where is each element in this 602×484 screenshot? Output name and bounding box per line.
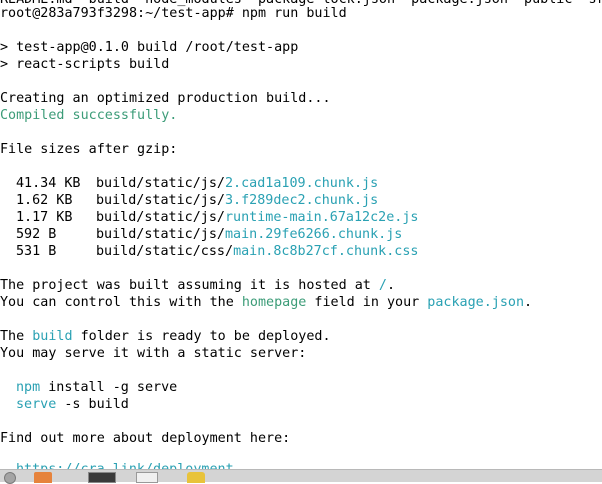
text-editor-icon[interactable]	[136, 472, 158, 483]
install-serve-command: npm install -g serve	[0, 379, 177, 396]
hosted-info-line: The project was built assuming it is hos…	[0, 277, 395, 294]
control-end: .	[524, 295, 533, 310]
file-size-row: 1.17 KB build/static/js/runtime-main.67a1…	[0, 209, 418, 226]
file-size: 531 B	[16, 244, 57, 259]
file-size-row: 41.34 KB build/static/js/2.cad1a109.chunk…	[0, 175, 378, 192]
file-dir: build/static/js/	[96, 193, 225, 208]
file-dir: build/static/css/	[96, 244, 234, 259]
app-menu-icon[interactable]	[4, 472, 16, 484]
file-size: 592 B	[16, 227, 57, 242]
hosted-path: /	[378, 278, 387, 293]
file-name: runtime-main.67a12c2e.js	[225, 210, 419, 225]
compile-success-message: Compiled successfully.	[0, 108, 178, 123]
file-dir: build/static/js/	[96, 176, 225, 191]
command-prompt: root@283a793f3298:~/test-app# npm run bu…	[0, 6, 347, 21]
build-ready-line: The build folder is ready to be deployed…	[0, 328, 331, 345]
notes-icon[interactable]	[187, 472, 205, 483]
file-size: 41.34 KB	[16, 176, 81, 191]
terminal-window[interactable]: README.md build node_modules package-loc…	[0, 0, 602, 469]
file-size-row: 592 B build/static/js/main.29fe6266.chunk…	[0, 226, 402, 243]
file-size-row: 531 B build/static/css/main.8c8b27cf.chun…	[0, 243, 419, 260]
homepage-info-line: You can control this with the homepage f…	[0, 294, 532, 311]
control-mid: field in your	[306, 295, 428, 310]
hosted-end: .	[386, 278, 396, 293]
file-dir: build/static/js/	[96, 227, 225, 242]
taskbar	[0, 469, 602, 484]
npm-script-line: > test-app@0.1.0 build /root/test-app	[0, 40, 299, 55]
serve-args: -s build	[56, 397, 129, 412]
ready-pre: The	[0, 329, 33, 344]
file-size-row: 1.62 KB build/static/js/3.f289dec2.chunk.…	[0, 192, 378, 209]
file-name: main.8c8b27cf.chunk.css	[233, 244, 419, 259]
terminal-icon[interactable]	[88, 472, 116, 483]
file-dir: build/static/js/	[96, 210, 225, 225]
file-name: main.29fe6266.chunk.js	[225, 227, 403, 242]
npm-keyword: npm	[16, 380, 41, 395]
deployment-link[interactable]: https://cra.link/deployment	[0, 461, 234, 469]
deployment-info-line: Find out more about deployment here:	[0, 431, 291, 446]
ready-post: folder is ready to be deployed.	[72, 329, 331, 344]
npm-args: install -g serve	[40, 380, 178, 395]
file-name: 2.cad1a109.chunk.js	[225, 176, 379, 191]
build-status-line: Creating an optimized production build..…	[0, 91, 331, 106]
control-pre: You can control this with the	[0, 295, 242, 310]
file-manager-icon[interactable]	[34, 472, 52, 483]
hosted-text: The project was built assuming it is hos…	[0, 278, 379, 293]
package-json-file: package.json	[427, 295, 525, 310]
npm-command-line: > react-scripts build	[0, 57, 170, 72]
serve-keyword: serve	[16, 397, 57, 412]
serve-build-command: serve -s build	[0, 396, 129, 413]
file-name: 3.f289dec2.chunk.js	[225, 193, 379, 208]
homepage-field: homepage	[241, 295, 307, 310]
build-folder: build	[32, 329, 73, 344]
file-sizes-heading: File sizes after gzip:	[0, 142, 178, 157]
serve-intro-line: You may serve it with a static server:	[0, 346, 307, 361]
file-size: 1.17 KB	[16, 210, 73, 225]
file-size: 1.62 KB	[16, 193, 73, 208]
